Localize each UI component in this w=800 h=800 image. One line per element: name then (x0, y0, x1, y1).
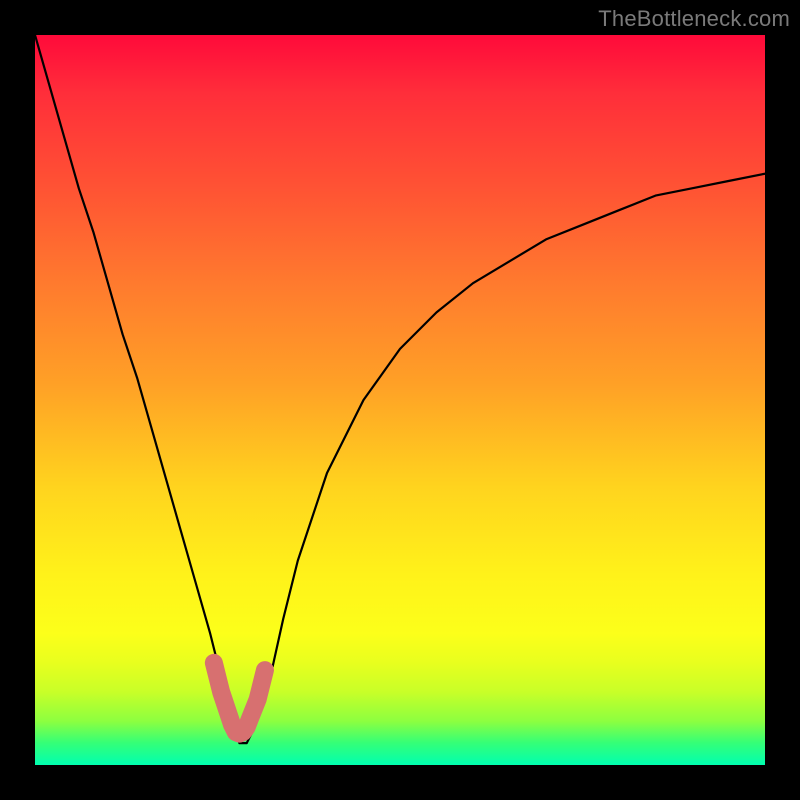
bottleneck-curve (35, 35, 765, 743)
plot-area (35, 35, 765, 765)
watermark-text: TheBottleneck.com (598, 6, 790, 32)
curve-svg (35, 35, 765, 765)
chart-frame: TheBottleneck.com (0, 0, 800, 800)
highlight-coral-segment (214, 663, 265, 734)
